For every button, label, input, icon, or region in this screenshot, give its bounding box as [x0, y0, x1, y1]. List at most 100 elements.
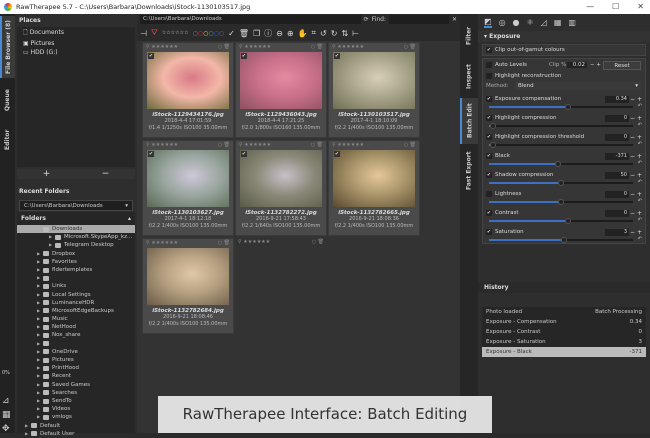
tab-editor[interactable]: Editor: [0, 122, 15, 158]
reset-arrow-icon[interactable]: ↶: [638, 198, 642, 204]
tab-fast-export[interactable]: Fast Export: [460, 146, 478, 196]
history-row[interactable]: Exposure - Contrast 0: [482, 327, 646, 337]
adjuster-value-input[interactable]: 0: [605, 209, 629, 217]
folder-item[interactable]: ▶ Saved Games: [17, 381, 135, 389]
rating-stars[interactable]: ⚲ ★★★★★★: [146, 240, 178, 246]
folder-item[interactable]: ▶ Favorites: [17, 258, 135, 266]
folder-item[interactable]: ▶ Local Settings: [17, 291, 135, 299]
tab-inspect[interactable]: Inspect: [460, 58, 478, 96]
folder-item[interactable]: ▶ fldertemplates: [17, 266, 135, 274]
reset-arrow-icon[interactable]: ↶: [638, 236, 642, 242]
adjuster-checkbox[interactable]: ✔: [486, 172, 492, 178]
reset-button[interactable]: Reset: [603, 60, 641, 70]
reset-arrow-icon[interactable]: ↶: [638, 179, 642, 185]
adjuster-stepper[interactable]: − +: [630, 229, 642, 236]
folder-item[interactable]: ▶: [17, 274, 135, 282]
folder-item[interactable]: ▶ PrintHood: [17, 364, 135, 372]
thumbnail-card[interactable]: ⚲ ★★★★★★ ○ 🗑 ✔ iStock-1129436043.jpg 2018…: [235, 42, 327, 138]
adjuster-slider[interactable]: ↶: [489, 198, 642, 205]
thumbnail-image[interactable]: ✔: [147, 150, 229, 207]
adjuster-slider[interactable]: ↶: [489, 160, 642, 167]
add-place-button[interactable]: +: [43, 169, 51, 179]
adjuster-slider[interactable]: ↶: [489, 217, 642, 224]
adjuster-slider[interactable]: ↶: [489, 141, 642, 148]
thumbnail-card[interactable]: ⚲ ★★★★★★ ○ 🗑 ✔ iStock-1132782272.jpg 2016…: [235, 140, 327, 236]
trash-icon[interactable]: ○ 🗑: [218, 44, 230, 50]
trash-icon[interactable]: ○ 🗑: [404, 142, 416, 148]
move-icon[interactable]: ✥: [2, 422, 11, 436]
thumbnail-card[interactable]: ⚲ ★★★★★★ ○ 🗑 ✔ iStock-1130103517.jpg 2017…: [328, 42, 420, 138]
trash-icon[interactable]: 🗑: [239, 29, 249, 38]
folder-item[interactable]: ▶ Videos: [17, 405, 135, 413]
tab-filter[interactable]: Filter: [460, 16, 478, 56]
adjuster-stepper[interactable]: − +: [630, 115, 642, 122]
remove-place-button[interactable]: −: [102, 169, 110, 179]
folder-item[interactable]: ▶ Music: [17, 315, 135, 323]
adjuster-value-input[interactable]: 0.34: [605, 95, 629, 103]
slider-knob[interactable]: [565, 104, 572, 110]
folder-item[interactable]: ▶ LuminanceHDR: [17, 299, 135, 307]
slider-knob[interactable]: [490, 142, 497, 148]
thumbnail-image[interactable]: ✔: [240, 150, 322, 207]
tab-queue[interactable]: Queue: [0, 82, 15, 118]
rotate-right-icon[interactable]: ↻: [331, 29, 338, 38]
path-input[interactable]: C:\Users\Barbara\Downloads: [140, 15, 361, 24]
rating-stars[interactable]: ⚲ ★★★★★★: [238, 239, 270, 245]
folder-item[interactable]: ▶ Telegram Desktop: [17, 241, 135, 249]
tab-batch-edit[interactable]: Batch Edit: [460, 98, 478, 144]
thumbnail-card[interactable]: ⚲ ★★★★★★ ○ 🗑 ✔ iStock-1132782665.jpg 2016…: [328, 140, 420, 236]
reset-arrow-icon[interactable]: ↶: [638, 103, 642, 109]
rotate-left-icon[interactable]: ↺: [320, 29, 327, 38]
clip-gamut-checkbox[interactable]: ✔ Clip out-of-gamut colours: [483, 45, 645, 55]
panel-toggle-icon[interactable]: ⊣: [140, 29, 147, 38]
folder-item[interactable]: ▶ Searches: [17, 389, 135, 397]
edited-icon[interactable]: ✓: [228, 29, 235, 38]
color-tab-icon[interactable]: ●: [513, 18, 520, 27]
thumbnail-image[interactable]: ✔: [147, 52, 229, 109]
place-documents[interactable]: 🗋 Documents: [17, 27, 135, 39]
recent-folders-select[interactable]: C:\Users\Barbara\Downloads ▾: [19, 200, 133, 211]
adjuster-checkbox[interactable]: ✔: [486, 134, 492, 140]
method-select[interactable]: Blend ▾: [515, 82, 641, 90]
trash-icon[interactable]: ○ 🗑: [218, 240, 230, 246]
adjuster-stepper[interactable]: − +: [630, 191, 642, 198]
adjuster-stepper[interactable]: − +: [630, 153, 642, 160]
refresh-icon[interactable]: ⟳: [364, 16, 369, 23]
reset-arrow-icon[interactable]: ↶: [638, 122, 642, 128]
folder-item[interactable]: ▶ Recent: [17, 372, 135, 380]
adjuster-stepper[interactable]: − +: [630, 210, 642, 217]
adjuster-checkbox[interactable]: ✔: [486, 115, 492, 121]
color-label-icons[interactable]: ○○○○○○: [193, 30, 225, 37]
transform-tab-icon[interactable]: ◿: [541, 18, 547, 27]
adjuster-slider[interactable]: ↶: [489, 103, 642, 110]
clip-pct-stepper[interactable]: − +: [590, 62, 601, 68]
thumbnail-card[interactable]: ⚲ ★★★★★★ ○ 🗑 ✔ iStock-1129434176.jpg 2018…: [142, 42, 234, 138]
place-hdd[interactable]: ▭ HDD (G:): [17, 48, 135, 57]
adjuster-value-input[interactable]: 0: [605, 190, 629, 198]
exposure-tab-icon[interactable]: ◩: [484, 17, 492, 28]
adjuster-slider[interactable]: ↶: [489, 122, 642, 129]
copy-icon[interactable]: ❐: [253, 29, 260, 38]
rating-stars[interactable]: ⚲ ★★★★★★: [239, 142, 271, 148]
grid-icon[interactable]: ▦: [2, 408, 11, 422]
folder-item[interactable]: ▶: [17, 340, 135, 348]
reset-arrow-icon[interactable]: ↶: [638, 160, 642, 166]
folder-item[interactable]: ▶ OneDrive: [17, 348, 135, 356]
close-button[interactable]: ✕: [637, 0, 644, 14]
auto-levels-checkbox[interactable]: [486, 62, 492, 68]
maximize-button[interactable]: ☐: [612, 0, 619, 14]
trash-icon[interactable]: ○ 🗑: [218, 142, 230, 148]
rating-stars[interactable]: ⚲ ★★★★★★: [146, 142, 178, 148]
adjuster-stepper[interactable]: − +: [630, 172, 642, 179]
folder-item[interactable]: ▶ SendTo: [17, 397, 135, 405]
adjuster-value-input[interactable]: -371: [605, 152, 629, 160]
history-row[interactable]: Photo loaded Batch Processing: [482, 307, 646, 317]
reset-arrow-icon[interactable]: ↶: [638, 141, 642, 147]
thumbnail-card[interactable]: ⚲ ★★★★★★ ○ 🗑 iStock-1132782684.jpg 2016-9…: [142, 238, 234, 334]
meta-tab-icon[interactable]: ▥: [568, 18, 576, 27]
slider-knob[interactable]: [490, 123, 497, 129]
trash-icon[interactable]: ○ 🗑: [311, 142, 323, 148]
folder-item[interactable]: ▶ Default: [17, 422, 135, 430]
star-filter-icon[interactable]: ☆☆☆☆☆☆: [162, 30, 189, 36]
rating-stars[interactable]: ⚲ ★★★★★★: [146, 44, 178, 50]
